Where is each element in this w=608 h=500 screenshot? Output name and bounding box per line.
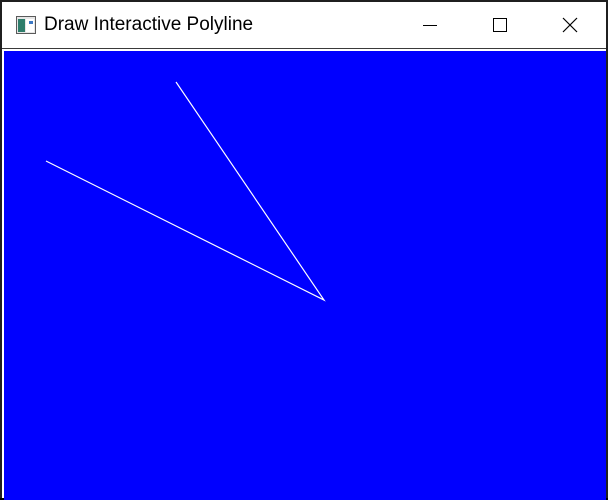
minimize-icon bbox=[422, 17, 438, 33]
maximize-button[interactable] bbox=[465, 2, 535, 48]
polyline bbox=[45, 81, 326, 302]
title-bar[interactable]: Draw Interactive Polyline bbox=[2, 2, 606, 49]
canvas-surface bbox=[45, 81, 326, 302]
app-window: Draw Interactive Polyline bbox=[0, 0, 608, 500]
app-window-icon bbox=[16, 16, 36, 34]
drawing-canvas[interactable] bbox=[4, 51, 606, 500]
maximize-icon bbox=[492, 17, 508, 33]
minimize-button[interactable] bbox=[395, 2, 465, 48]
window-title: Draw Interactive Polyline bbox=[44, 14, 254, 35]
close-button[interactable] bbox=[535, 2, 605, 48]
close-icon bbox=[562, 17, 578, 33]
